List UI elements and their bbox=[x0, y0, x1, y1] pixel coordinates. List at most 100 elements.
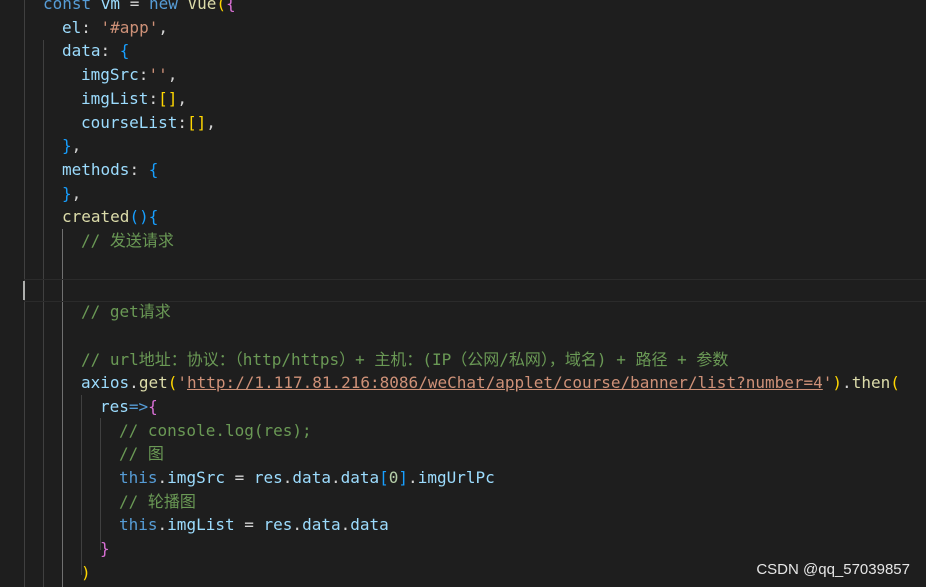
code-line[interactable]: // 图 bbox=[119, 442, 164, 466]
code-token: // url地址：协议：（http/https）+ 主机：(IP（公网/私网），… bbox=[81, 349, 729, 369]
code-token: data bbox=[62, 41, 101, 61]
code-token: . bbox=[408, 468, 418, 487]
code-token: '#app' bbox=[100, 17, 159, 37]
code-line[interactable]: axios.get('http://1.117.81.216:8086/weCh… bbox=[81, 371, 900, 395]
code-token: this bbox=[119, 515, 158, 535]
code-editor[interactable]: const vm = new Vue({el: '#app', data: {im… bbox=[0, 0, 926, 587]
code-line[interactable]: } bbox=[100, 537, 110, 561]
code-token: . bbox=[330, 468, 341, 487]
code-token: = bbox=[224, 468, 254, 487]
code-line[interactable]: methods: { bbox=[62, 158, 158, 182]
code-token: 0 bbox=[388, 468, 399, 487]
code-token: ) bbox=[81, 562, 91, 582]
code-token: ) bbox=[832, 373, 843, 393]
code-token: { bbox=[148, 396, 158, 416]
code-line[interactable]: // get请求 bbox=[81, 300, 171, 324]
code-line[interactable]: }, bbox=[62, 134, 81, 158]
indent-guide bbox=[81, 395, 82, 575]
code-line[interactable]: // url地址：协议：（http/https）+ 主机：(IP（公网/私网），… bbox=[81, 348, 728, 372]
code-token: : bbox=[148, 88, 159, 108]
code-token: = bbox=[120, 0, 149, 13]
code-line[interactable]: el: '#app', bbox=[62, 16, 168, 40]
code-token: // get请求 bbox=[81, 302, 171, 322]
code-token: ( bbox=[167, 373, 178, 393]
code-token: } bbox=[62, 136, 72, 156]
code-token: ] bbox=[398, 468, 409, 487]
code-token: ' bbox=[177, 373, 187, 393]
text-cursor bbox=[23, 281, 25, 300]
code-token: res bbox=[263, 515, 293, 535]
code-token: data bbox=[350, 515, 389, 535]
code-line[interactable]: // console.log(res); bbox=[119, 419, 312, 443]
watermark: CSDN @qq_57039857 bbox=[756, 561, 910, 578]
code-token: [ bbox=[379, 468, 389, 487]
code-token: { bbox=[148, 159, 159, 179]
code-token: , bbox=[158, 17, 168, 37]
code-line[interactable]: // 轮播图 bbox=[119, 490, 196, 514]
code-token: http://1.117.81.216:8086/weChat/applet/c… bbox=[187, 373, 823, 393]
code-token: () bbox=[129, 207, 149, 227]
code-token: imgUrlPc bbox=[417, 468, 495, 487]
code-line[interactable]: const vm = new Vue({ bbox=[43, 0, 236, 16]
code-token: . bbox=[842, 373, 852, 393]
code-line[interactable]: ) bbox=[81, 561, 91, 585]
code-token: data bbox=[292, 468, 331, 487]
code-token: imgList bbox=[167, 515, 235, 535]
code-line[interactable]: this.imgSrc = res.data.data[0].imgUrlPc bbox=[119, 466, 495, 490]
code-token: imgSrc bbox=[81, 65, 139, 85]
code-token: . bbox=[340, 515, 351, 535]
code-token: , bbox=[71, 183, 82, 203]
code-line[interactable]: courseList:[], bbox=[81, 111, 216, 135]
code-token: const bbox=[43, 0, 101, 13]
code-token: imgSrc bbox=[167, 468, 225, 487]
code-token: methods bbox=[62, 159, 130, 179]
code-token: this bbox=[119, 468, 158, 487]
code-token: . bbox=[157, 468, 168, 487]
code-token: get bbox=[138, 373, 168, 393]
code-token: { bbox=[226, 0, 236, 13]
code-token: ( bbox=[216, 0, 227, 13]
code-token: new bbox=[148, 0, 188, 13]
code-token: '' bbox=[148, 65, 168, 85]
code-token: created bbox=[62, 207, 130, 227]
code-token: } bbox=[62, 183, 72, 203]
code-line[interactable]: res=>{ bbox=[100, 395, 158, 419]
code-token: ' bbox=[822, 373, 833, 393]
code-token: el bbox=[62, 17, 82, 37]
code-token: . bbox=[157, 515, 168, 535]
code-token: res bbox=[253, 468, 283, 487]
code-token: // console.log(res); bbox=[119, 420, 312, 440]
code-token: => bbox=[128, 396, 149, 416]
code-token: : bbox=[100, 41, 120, 61]
code-token: , bbox=[71, 136, 82, 156]
code-token: : bbox=[177, 112, 187, 132]
code-token: = bbox=[234, 515, 264, 535]
code-token: : bbox=[129, 159, 149, 179]
code-token: [] bbox=[158, 88, 178, 108]
code-token: axios bbox=[81, 373, 130, 393]
indent-guide bbox=[43, 40, 44, 587]
code-line[interactable]: data: { bbox=[62, 39, 129, 63]
code-token: [] bbox=[186, 112, 207, 132]
code-token: : bbox=[81, 17, 101, 37]
code-token: imgList bbox=[81, 88, 149, 108]
code-line[interactable]: // 发送请求 bbox=[81, 229, 174, 253]
code-token: { bbox=[148, 207, 159, 227]
code-token: , bbox=[177, 88, 187, 108]
code-token: , bbox=[167, 65, 178, 85]
code-token: } bbox=[100, 539, 110, 559]
code-token: res bbox=[100, 396, 129, 416]
code-token: // 轮播图 bbox=[119, 491, 196, 511]
code-line[interactable]: imgList:[], bbox=[81, 87, 187, 111]
code-token: ( bbox=[890, 373, 900, 393]
code-token: // 图 bbox=[119, 444, 164, 464]
code-token: data bbox=[340, 468, 380, 487]
code-line[interactable]: created(){ bbox=[62, 205, 158, 229]
code-token: // 发送请求 bbox=[81, 231, 174, 250]
code-token: Vue bbox=[187, 0, 217, 13]
code-line[interactable]: }, bbox=[62, 182, 81, 206]
code-token: . bbox=[282, 468, 293, 487]
code-line[interactable]: this.imgList = res.data.data bbox=[119, 513, 389, 537]
code-line[interactable]: imgSrc:'', bbox=[81, 63, 177, 87]
code-token: vm bbox=[100, 0, 121, 13]
